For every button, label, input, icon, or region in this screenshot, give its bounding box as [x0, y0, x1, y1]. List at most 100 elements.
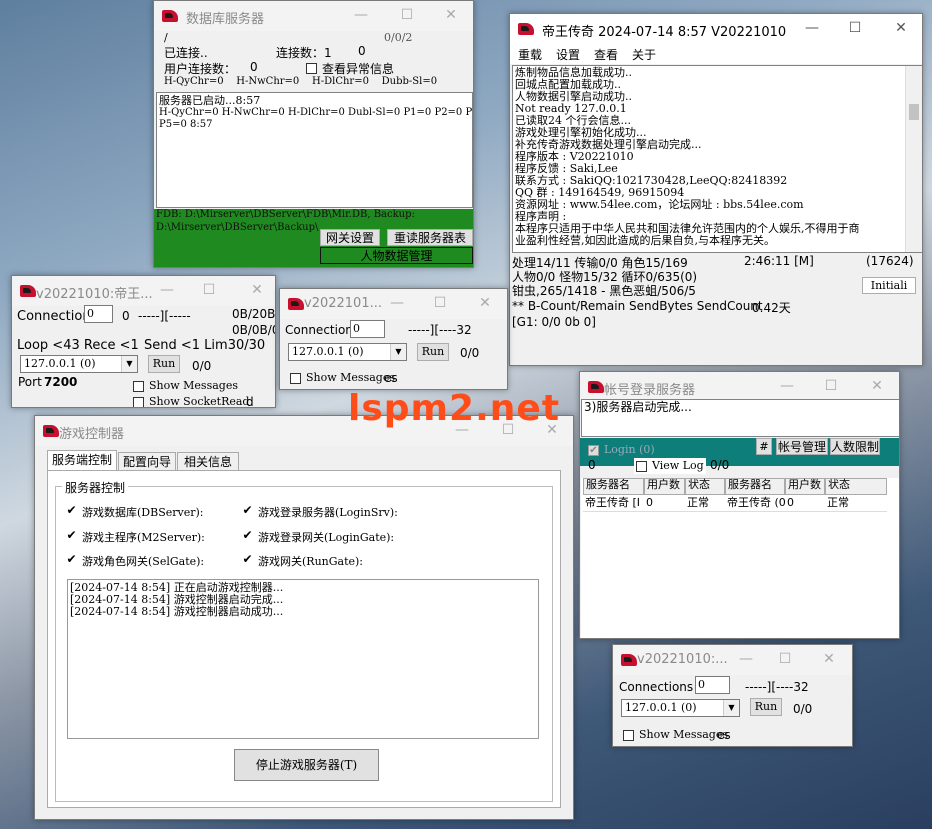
chevron-down-icon[interactable]: ▼	[390, 344, 406, 360]
bytes-label-2: 0B/0B/0	[232, 323, 276, 337]
maximize-icon[interactable]: ☐	[848, 20, 862, 36]
show-messages-checkbox[interactable]	[290, 373, 301, 384]
selgate-checkbox[interactable]: ✔	[66, 553, 77, 566]
conn-label: Connection	[285, 323, 353, 337]
minimize-icon[interactable]: —	[739, 651, 753, 667]
menu-settings[interactable]: 设置	[556, 46, 580, 63]
db-log-memo[interactable]: 服务器已启动...8:57 H-QyChr=0 H-NwChr=0 H-DlCh…	[156, 92, 473, 208]
ip-value: 127.0.0.1 (0)	[625, 701, 697, 714]
tab-config-wizard[interactable]: 配置向导	[118, 452, 176, 471]
maximize-icon[interactable]: ☐	[202, 282, 216, 298]
server-log-memo[interactable]: 炼制物品信息加载成功.. 回城点配置加载成功.. 人物数据引擎启动成功.. No…	[512, 65, 922, 253]
menu-about[interactable]: 关于	[632, 46, 656, 63]
menu-reload[interactable]: 重载	[518, 46, 542, 63]
minimize-icon[interactable]: —	[160, 282, 174, 298]
minimize-icon[interactable]: —	[390, 295, 404, 311]
table-cell: 帝王传奇 [I	[585, 496, 641, 509]
maximize-icon[interactable]: ☐	[400, 7, 414, 23]
close-icon[interactable]: ✕	[478, 295, 492, 311]
login-checkbox[interactable]: ✔	[588, 445, 599, 456]
conn-input[interactable]: 0	[350, 320, 385, 338]
char-data-manage-button[interactable]: 人物数据管理	[320, 247, 473, 264]
conn-count-label: 连接数：1	[276, 46, 332, 60]
run-button[interactable]: Run	[148, 355, 180, 373]
account-manage-button[interactable]: 帐号管理	[776, 438, 828, 455]
main-server-window: 帝王传奇 2024-07-14 8:57 V20221010 — ☐ ✕ 重载 …	[509, 13, 923, 366]
menu-view[interactable]: 查看	[594, 46, 618, 63]
chevron-down-icon[interactable]: ▼	[723, 700, 739, 716]
reload-server-table-button[interactable]: 重读服务器表	[387, 229, 473, 246]
chevron-down-icon[interactable]: ▼	[121, 356, 137, 372]
zero-label: 0/0	[192, 359, 212, 373]
port-label: Port	[18, 375, 42, 389]
table-cell: 0	[646, 496, 653, 509]
column-header[interactable]: 状态	[825, 478, 887, 495]
maximize-icon[interactable]: ☐	[824, 378, 838, 394]
table-cell: 正常	[687, 496, 709, 509]
close-icon[interactable]: ✕	[870, 378, 884, 394]
status-days: 0.42天	[752, 301, 791, 315]
titlebar: 帐号登录服务器 — ☐ ✕	[580, 372, 899, 402]
show-messages-checkbox[interactable]	[133, 381, 144, 392]
conn-count-value: 0	[358, 44, 366, 58]
conn-label: Connection	[17, 309, 91, 324]
minimize-icon[interactable]: —	[780, 378, 794, 394]
loginsrv-checkbox[interactable]: ✔	[242, 504, 253, 517]
user-conn-label: 用户连接数：	[164, 62, 237, 76]
minimize-icon[interactable]: —	[354, 7, 368, 23]
scroll-thumb[interactable]	[909, 104, 919, 120]
log-scrollbar[interactable]	[905, 66, 922, 252]
gateway-settings-button[interactable]: 网关设置	[320, 229, 380, 246]
m2server-checkbox[interactable]: ✔	[66, 529, 77, 542]
table-cell: 正常	[827, 496, 849, 509]
close-icon[interactable]: ✕	[444, 7, 458, 23]
column-header[interactable]: 服务器名	[583, 478, 644, 495]
tab-server-control[interactable]: 服务端控制	[47, 450, 117, 471]
initialize-button[interactable]: Initiali	[862, 277, 916, 294]
dbserver-checkbox[interactable]: ✔	[66, 504, 77, 517]
close-icon[interactable]: ✕	[250, 282, 264, 298]
server-list-table[interactable]: 服务器名 用户数 状态 服务器名 用户数 状态 帝王传奇 [I 0 正常 帝王传…	[581, 478, 899, 638]
ip-select[interactable]: 127.0.0.1 (0) ▼	[621, 699, 740, 717]
show-exceptions-checkbox[interactable]	[306, 63, 317, 74]
minimize-icon[interactable]: —	[805, 20, 819, 36]
stop-server-button[interactable]: 停止游戏服务器(T)	[234, 749, 379, 781]
view-log-checkbox-box[interactable]	[636, 461, 647, 472]
window-title: v2022101...	[304, 296, 382, 311]
logingate-checkbox[interactable]: ✔	[242, 529, 253, 542]
show-exceptions-label: 查看异常信息	[322, 62, 395, 76]
column-header[interactable]: 服务器名	[725, 478, 785, 495]
ip-select[interactable]: 127.0.0.1 (0) ▼	[20, 355, 138, 373]
close-icon[interactable]: ✕	[894, 20, 908, 36]
send-label: Send <1 Lim30/30	[144, 338, 266, 353]
gate-window-3: v20221010:... — ☐ ✕ Connections 0 -----]…	[612, 644, 853, 747]
window-title: 帝王传奇 2024-07-14 8:57 V20221010	[542, 25, 787, 40]
column-header[interactable]: 用户数	[644, 478, 685, 495]
user-limit-button[interactable]: 人数限制	[830, 438, 880, 455]
slash-label: /	[164, 31, 168, 44]
controller-log-memo[interactable]: [2024-07-14 8:54] 正在启动游戏控制器... [2024-07-…	[67, 579, 539, 739]
conn-input[interactable]: 0	[84, 305, 113, 323]
app-icon	[588, 381, 604, 393]
maximize-icon[interactable]: ☐	[778, 651, 792, 667]
maximize-icon[interactable]: ☐	[433, 295, 447, 311]
show-messages-checkbox[interactable]	[623, 730, 634, 741]
run-button[interactable]: Run	[417, 343, 449, 361]
tab-related-info[interactable]: 相关信息	[177, 452, 239, 471]
run-button[interactable]: Run	[750, 698, 782, 716]
window-title: v20221010:帝王...	[36, 287, 153, 302]
hash-button[interactable]: #	[756, 438, 772, 455]
column-header[interactable]: 用户数	[785, 478, 825, 495]
close-icon[interactable]: ✕	[822, 651, 836, 667]
column-header[interactable]: 状态	[685, 478, 725, 495]
login-log-memo[interactable]: 3)服务器启动完成...	[581, 399, 899, 437]
conn-input[interactable]: 0	[695, 676, 730, 694]
rungate-checkbox[interactable]: ✔	[242, 553, 253, 566]
status-send: ** B-Count/Remain SendBytes SendCount	[512, 299, 763, 313]
show-messages-label: Show Messages	[306, 371, 395, 384]
app-icon	[288, 298, 304, 310]
table-row[interactable]: 帝王传奇 [I 0 正常 帝王传奇 (0 0 正常	[583, 495, 887, 512]
ip-select[interactable]: 127.0.0.1 (0) ▼	[288, 343, 407, 361]
show-socket-checkbox[interactable]	[133, 397, 144, 407]
titlebar: v2022101... — ☐ ✕	[280, 289, 507, 319]
